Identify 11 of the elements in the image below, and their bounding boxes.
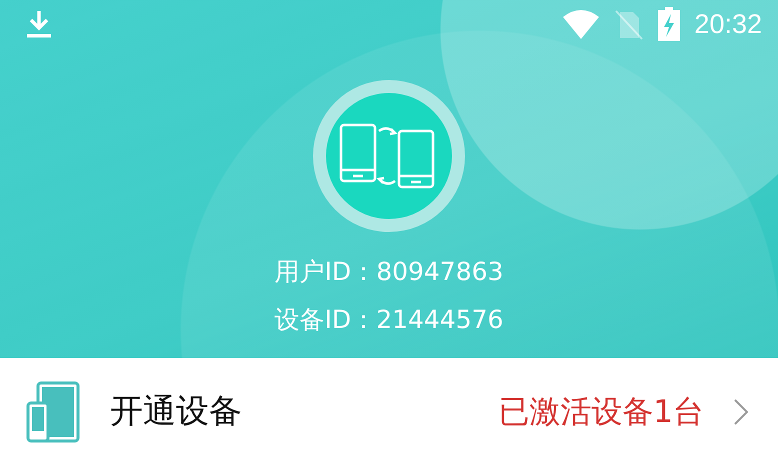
battery-charging-icon — [658, 7, 680, 41]
download-icon — [26, 9, 52, 39]
menu-title[interactable]: 开通设备 — [110, 389, 468, 434]
chevron-right-icon[interactable] — [734, 398, 748, 424]
user-id-text: 用户ID：80947863 — [274, 256, 504, 288]
no-sim-icon — [614, 8, 644, 40]
device-id-text: 设备ID：21444576 — [274, 304, 504, 336]
wifi-icon — [562, 9, 600, 39]
activation-status: 已激活设备1台 — [498, 392, 704, 432]
devices-icon — [26, 380, 80, 442]
clock-time: 20:32 — [694, 8, 762, 40]
